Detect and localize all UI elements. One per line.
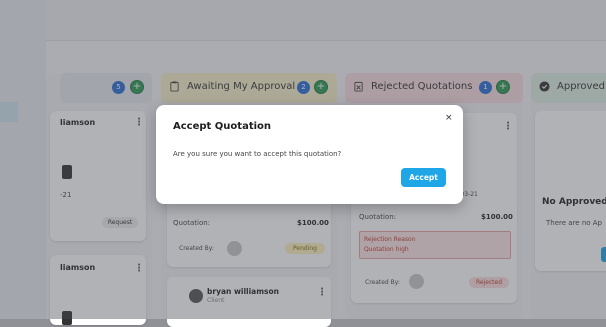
accept-button[interactable]: Accept — [401, 168, 446, 187]
close-icon[interactable]: × — [445, 113, 453, 123]
accept-quotation-dialog: Accept Quotation × Are you sure you want… — [156, 105, 463, 204]
dialog-message: Are you sure you want to accept this quo… — [173, 150, 342, 158]
dialog-title: Accept Quotation — [173, 121, 272, 132]
